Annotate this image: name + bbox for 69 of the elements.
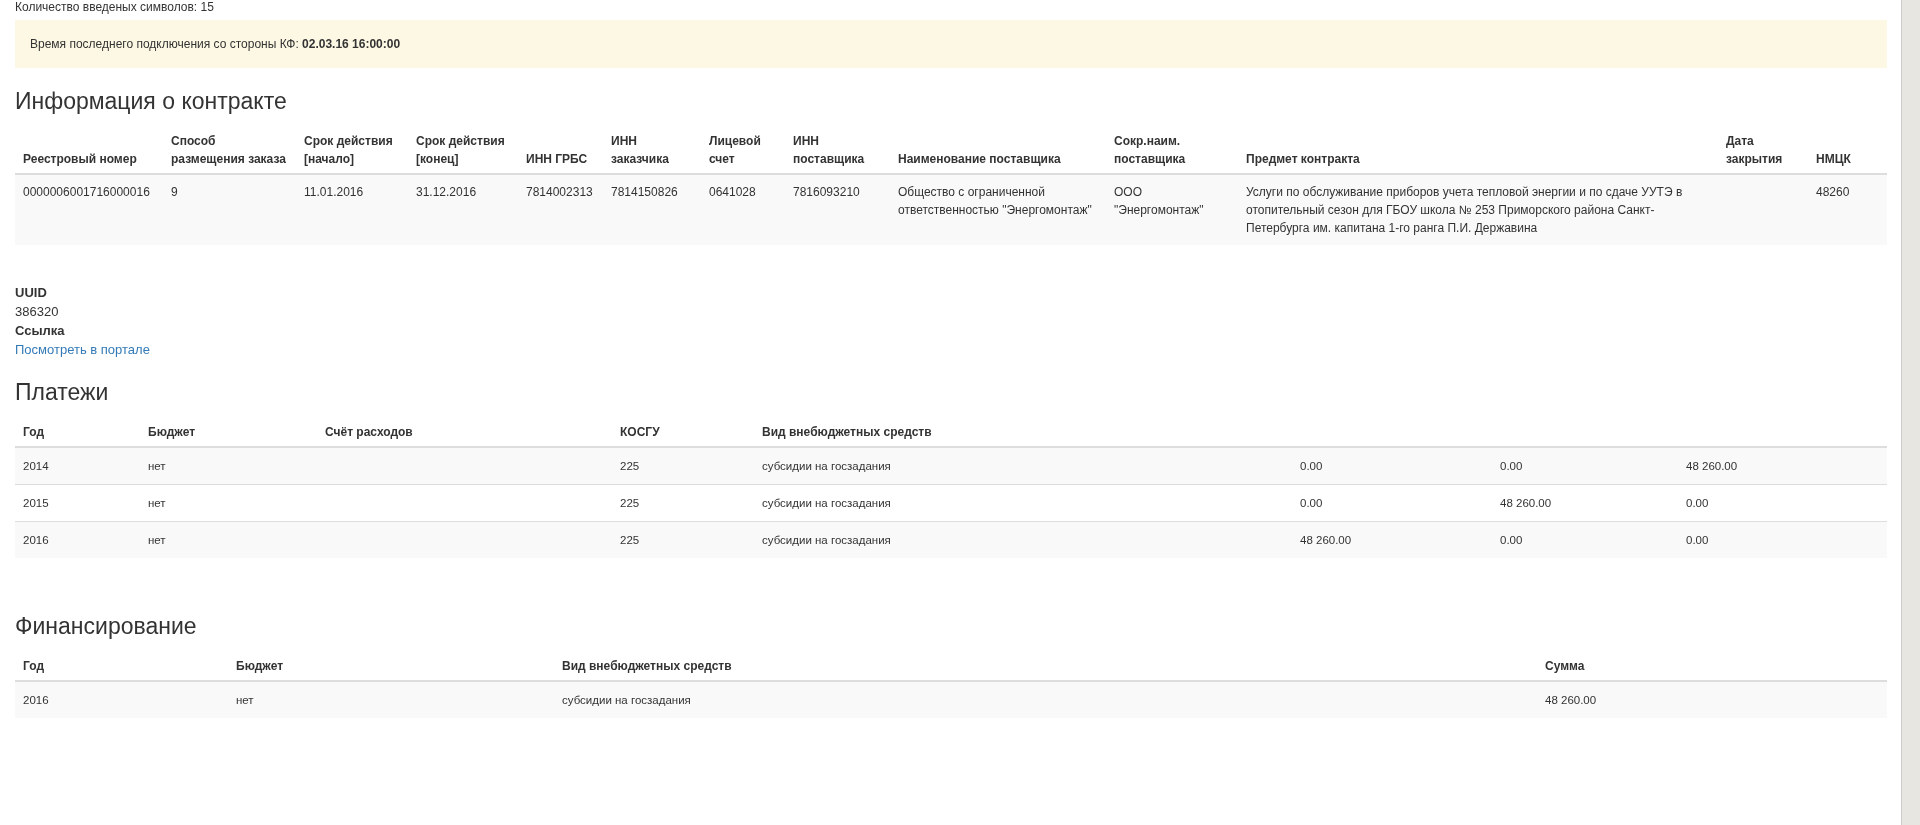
column-header: НМЦК	[1816, 152, 1851, 166]
section-heading: Информация о контракте	[15, 88, 288, 115]
column-header: Наименование поставщика	[898, 152, 1061, 166]
column-header: Способ размещения заказа	[171, 134, 286, 166]
table-cell: нет	[148, 497, 166, 509]
table-cell: 0000006001716000016	[23, 185, 150, 199]
column-header: Срок действия [конец]	[416, 134, 505, 166]
table-cell: 2016	[23, 694, 49, 706]
column-header: ИНН ГРБС	[526, 152, 588, 166]
table-cell: 11.01.2016	[304, 185, 364, 199]
field-label: Ссылка	[15, 322, 66, 340]
table-cell: 48 260.00	[1545, 694, 1597, 706]
table-cell: 0.00	[1686, 534, 1709, 546]
table-cell: 0641028	[709, 185, 756, 199]
field-value: 386320	[15, 304, 59, 319]
table-cell: ООО "Энергомонтаж"	[1114, 185, 1204, 217]
table-cell: 225	[620, 534, 640, 546]
column-header: Реестровый номер	[23, 152, 137, 166]
table-cell: 0.00	[1300, 497, 1323, 509]
table-cell: 225	[620, 460, 640, 472]
column-header: Дата закрытия	[1726, 134, 1783, 166]
table-cell: 225	[620, 497, 640, 509]
table-cell: нет	[236, 694, 254, 706]
table-cell: субсидии на госзадания	[762, 497, 891, 509]
table-cell: субсидии на госзадания	[762, 460, 891, 472]
table-cell: 48 260.00	[1686, 460, 1738, 472]
column-header: Бюджет	[148, 425, 196, 439]
character-count-text: Количество введеных символов: 15	[15, 0, 215, 14]
table-cell: нет	[148, 460, 166, 472]
table-cell: 2016	[23, 534, 49, 546]
table-cell: 48 260.00	[1500, 497, 1552, 509]
field-label: UUID	[15, 284, 48, 302]
column-header: Счёт расходов	[325, 425, 413, 439]
table-cell: 7814150826	[611, 185, 678, 199]
portal-link[interactable]: Посмотреть в портале	[15, 342, 150, 357]
column-header: ИНН заказчика	[611, 134, 669, 166]
column-header: КОСГУ	[620, 425, 660, 439]
table-cell: 48260	[1816, 185, 1850, 199]
table-cell: субсидии на госзадания	[762, 534, 891, 546]
table-cell: 0.00	[1500, 460, 1523, 472]
table-cell: 0.00	[1300, 460, 1323, 472]
connection-alert: Время последнего подключения со стороны КФ: 02.03.16 16:00:00	[15, 20, 1887, 68]
table-cell: 2015	[23, 497, 49, 509]
column-header: Срок действия [начало]	[304, 134, 393, 166]
table-cell: Услуги по обслуживание приборов учета тепловой энергии и по сдаче УУТЭ в отопительный сезон для ГБОУ школа № 253 Приморского района Санкт-Петербурга им. капитана 1-го ранга П.И. Державина	[1246, 185, 1683, 235]
column-header: Предмет контракта	[1246, 152, 1360, 166]
column-header: Лицевой счет	[709, 134, 761, 166]
table-cell: 9	[171, 185, 178, 199]
table-cell: 7814002313	[526, 185, 593, 199]
table-cell: нет	[148, 534, 166, 546]
column-header: Бюджет	[236, 659, 284, 673]
scrollbar[interactable]	[1901, 0, 1920, 825]
section-heading: Финансирование	[15, 613, 198, 640]
table-cell: 2014	[23, 460, 49, 472]
column-header: Вид внебюджетных средств	[762, 425, 932, 439]
table-cell: 31.12.2016	[416, 185, 477, 199]
column-header: Год	[23, 659, 44, 673]
column-header: Сумма	[1545, 659, 1585, 673]
table-cell: 48 260.00	[1300, 534, 1352, 546]
column-header: Сокр.наим. поставщика	[1114, 134, 1186, 166]
table-cell: Общество с ограниченной ответственностью "Энергомонтаж"	[898, 185, 1092, 217]
column-header: ИНН поставщика	[793, 134, 865, 166]
column-header: Год	[23, 425, 44, 439]
section-heading: Платежи	[15, 379, 110, 406]
table-cell: субсидии на госзадания	[562, 694, 691, 706]
table-cell: 0.00	[1500, 534, 1523, 546]
table-cell: 7816093210	[793, 185, 860, 199]
table-cell: 0.00	[1686, 497, 1709, 509]
column-header: Вид внебюджетных средств	[562, 659, 732, 673]
